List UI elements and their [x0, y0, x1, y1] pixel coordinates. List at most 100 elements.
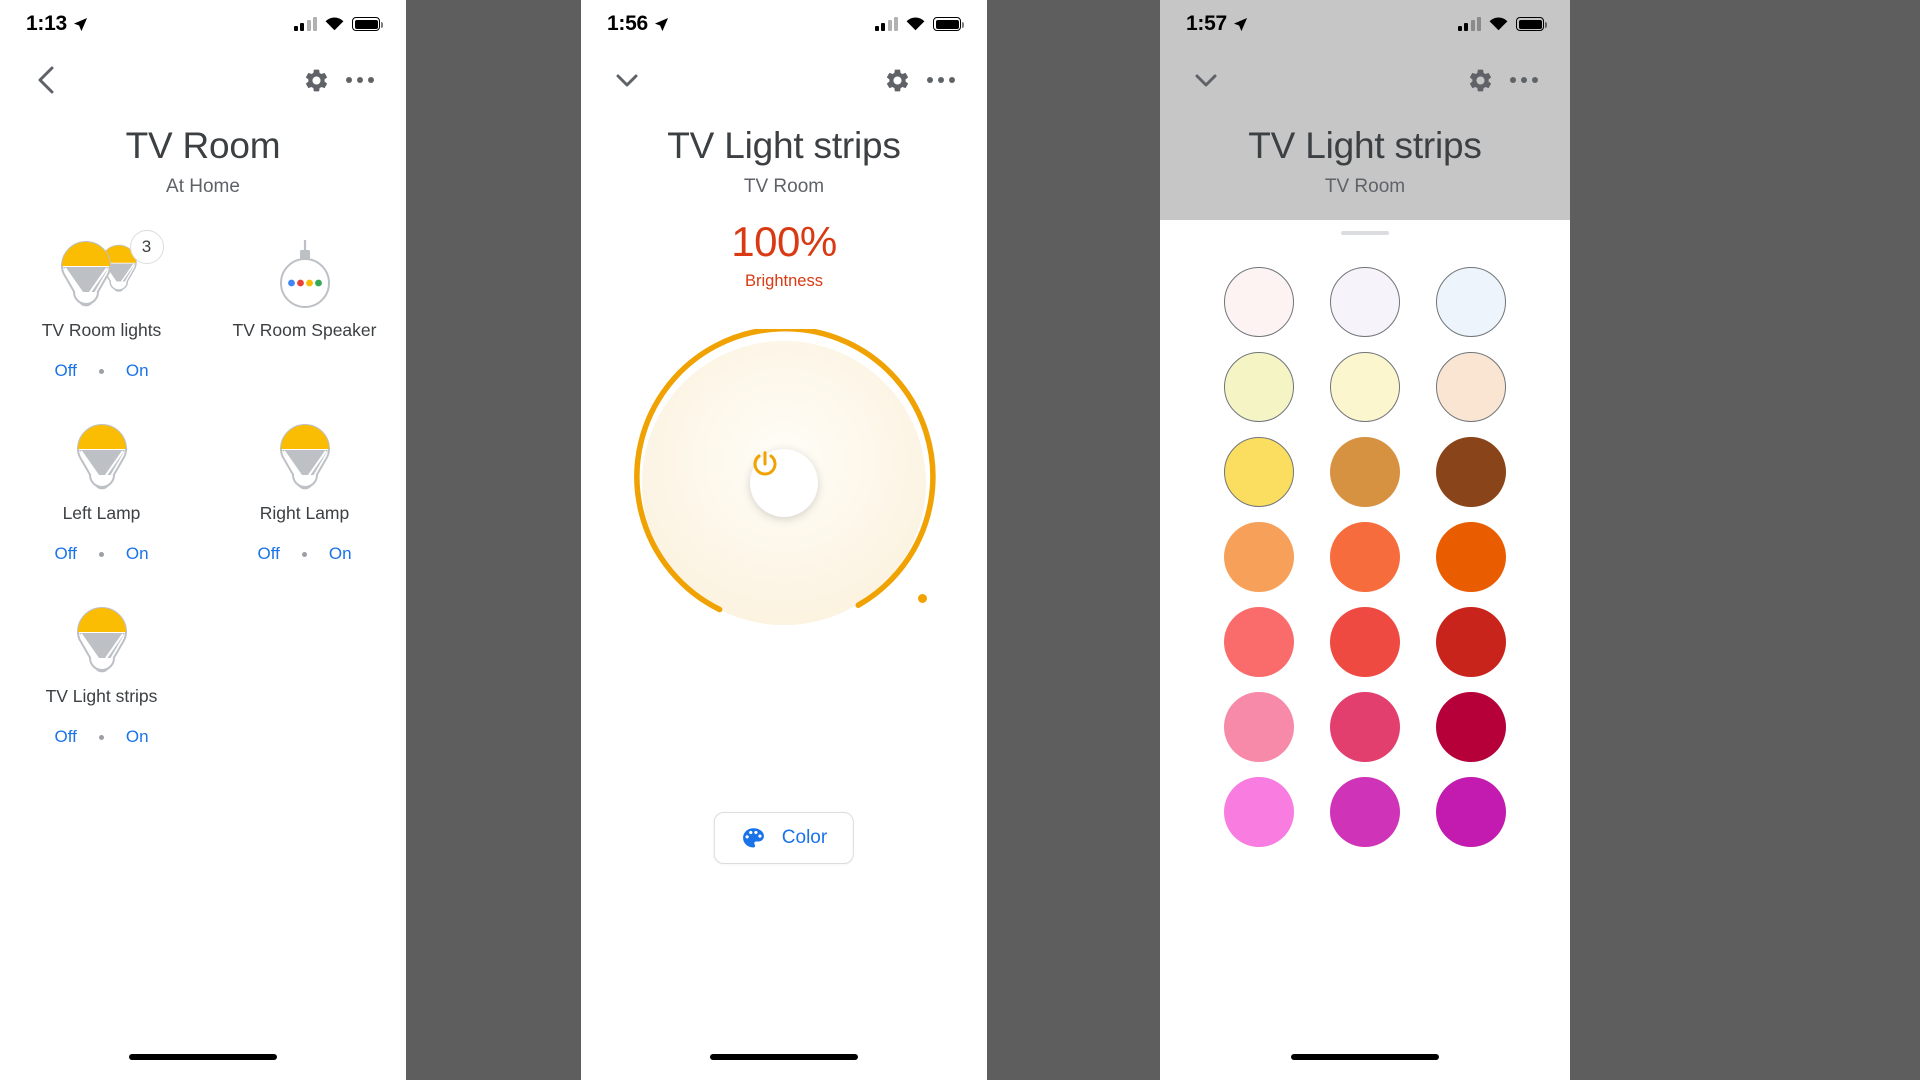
swatch-magenta[interactable]	[1330, 777, 1400, 847]
device-row: 3 TV Room lights Off On TV Room Speaker	[0, 230, 406, 381]
swatch-peach-cream[interactable]	[1436, 352, 1506, 422]
page-title: TV Room	[125, 125, 281, 166]
more-options-icon[interactable]	[1502, 58, 1546, 102]
page-subtitle: TV Room	[743, 176, 825, 197]
power-toggle: Off On	[54, 361, 148, 381]
swatch-light-orange[interactable]	[1224, 522, 1294, 592]
chevron-down-icon[interactable]	[605, 58, 649, 102]
dimmed-backdrop[interactable]: 1:57 TV Light strips TV Room	[1160, 0, 1570, 220]
on-button[interactable]: On	[126, 727, 149, 747]
status-indicators	[1457, 17, 1547, 31]
off-button[interactable]: Off	[257, 544, 279, 564]
swatch-cream[interactable]	[1330, 352, 1400, 422]
off-button[interactable]: Off	[54, 361, 76, 381]
power-button[interactable]	[750, 449, 818, 517]
color-header: TV Light strips TV Room	[1160, 125, 1570, 198]
on-button[interactable]: On	[126, 544, 149, 564]
status-time: 1:13	[26, 12, 67, 35]
more-dots	[927, 77, 955, 83]
device-card-left-lamp[interactable]: Left Lamp Off On	[0, 419, 203, 564]
nav-bar	[0, 54, 406, 106]
toggle-separator-dot	[98, 551, 104, 557]
chevron-down-icon[interactable]	[1184, 58, 1228, 102]
status-bar: 1:57	[1160, 0, 1570, 48]
swatch-brown[interactable]	[1436, 437, 1506, 507]
bulb-group-icon: 3	[54, 230, 164, 308]
screenshot-stage: 1:13 TV Room At Home 3 TV Room lights Of…	[0, 0, 1920, 1080]
device-name: TV Light strips	[45, 686, 158, 706]
status-indicators	[293, 17, 383, 31]
home-indicator	[710, 1054, 858, 1060]
toggle-separator-dot	[98, 368, 104, 374]
nav-bar	[581, 54, 987, 106]
device-grid: 3 TV Room lights Off On TV Room Speaker …	[0, 230, 406, 747]
device-name: Left Lamp	[62, 503, 141, 523]
color-button-label: Color	[781, 827, 828, 848]
home-indicator	[129, 1054, 277, 1060]
power-toggle: Off On	[257, 544, 351, 564]
power-toggle: Off On	[54, 544, 148, 564]
brightness-label: Brightness	[745, 272, 823, 290]
gear-icon[interactable]	[875, 58, 919, 102]
status-time: 1:56	[607, 12, 648, 35]
on-button[interactable]: On	[329, 544, 352, 564]
cellular-signal-icon	[874, 17, 898, 31]
status-time-group: 1:57	[1186, 12, 1248, 36]
nav-bar	[1160, 54, 1570, 106]
swatch-golden-yellow[interactable]	[1224, 437, 1294, 507]
location-arrow-icon	[654, 17, 668, 31]
device-card-tv-room-lights[interactable]: 3 TV Room lights Off On	[0, 230, 203, 381]
brightness-dial[interactable]	[630, 329, 938, 637]
more-options-icon[interactable]	[338, 58, 382, 102]
device-row: TV Light strips Off On	[0, 602, 406, 747]
page-title: TV Light strips	[1248, 125, 1482, 166]
device-count-badge: 3	[129, 230, 164, 264]
swatch-amber[interactable]	[1330, 437, 1400, 507]
page-subtitle: At Home	[166, 176, 240, 197]
swatch-soft-lavender[interactable]	[1330, 267, 1400, 337]
swatch-red[interactable]	[1330, 607, 1400, 677]
bulb-icon	[270, 419, 340, 491]
device-card-right-lamp[interactable]: Right Lamp Off On	[203, 419, 406, 564]
status-indicators	[874, 17, 964, 31]
swatch-purple-magenta[interactable]	[1436, 777, 1506, 847]
location-arrow-icon	[1233, 17, 1247, 31]
swatch-soft-ice-blue[interactable]	[1436, 267, 1506, 337]
swatch-salmon[interactable]	[1224, 607, 1294, 677]
device-card-tv-room-speaker[interactable]: TV Room Speaker	[203, 236, 406, 381]
location-arrow-icon	[73, 17, 87, 31]
device-row: Left Lamp Off On Right Lamp Off On	[0, 419, 406, 564]
gear-icon[interactable]	[1458, 58, 1502, 102]
off-button[interactable]: Off	[54, 727, 76, 747]
cellular-signal-icon	[293, 17, 317, 31]
swatch-light-magenta[interactable]	[1224, 777, 1294, 847]
status-time: 1:57	[1186, 12, 1227, 35]
wifi-icon	[1489, 17, 1508, 31]
device-name: Right Lamp	[259, 503, 350, 523]
swatch-dark-red[interactable]	[1436, 607, 1506, 677]
device-name: TV Room lights	[41, 320, 162, 340]
more-dots	[346, 77, 374, 83]
speaker-icon	[270, 236, 340, 308]
off-button[interactable]: Off	[54, 544, 76, 564]
swatch-deep-orange[interactable]	[1436, 522, 1506, 592]
swatch-pale-yellow[interactable]	[1224, 352, 1294, 422]
swatch-pink[interactable]	[1224, 692, 1294, 762]
device-card-tv-light-strips[interactable]: TV Light strips Off On	[0, 602, 203, 747]
swatch-orange[interactable]	[1330, 522, 1400, 592]
swatch-crimson[interactable]	[1436, 692, 1506, 762]
swatch-soft-blush[interactable]	[1224, 267, 1294, 337]
more-options-icon[interactable]	[919, 58, 963, 102]
brightness-dial-area	[581, 318, 987, 648]
more-dots	[1510, 77, 1538, 83]
back-chevron-icon[interactable]	[24, 58, 68, 102]
status-time-group: 1:13	[26, 12, 88, 36]
swatch-rose[interactable]	[1330, 692, 1400, 762]
dial-knob-handle[interactable]	[918, 594, 927, 603]
room-header: TV Room At Home	[0, 125, 406, 198]
gear-icon[interactable]	[294, 58, 338, 102]
color-button[interactable]: Color	[713, 812, 855, 864]
color-bottom-sheet	[1160, 220, 1570, 1080]
power-icon	[753, 451, 777, 476]
on-button[interactable]: On	[126, 361, 149, 381]
